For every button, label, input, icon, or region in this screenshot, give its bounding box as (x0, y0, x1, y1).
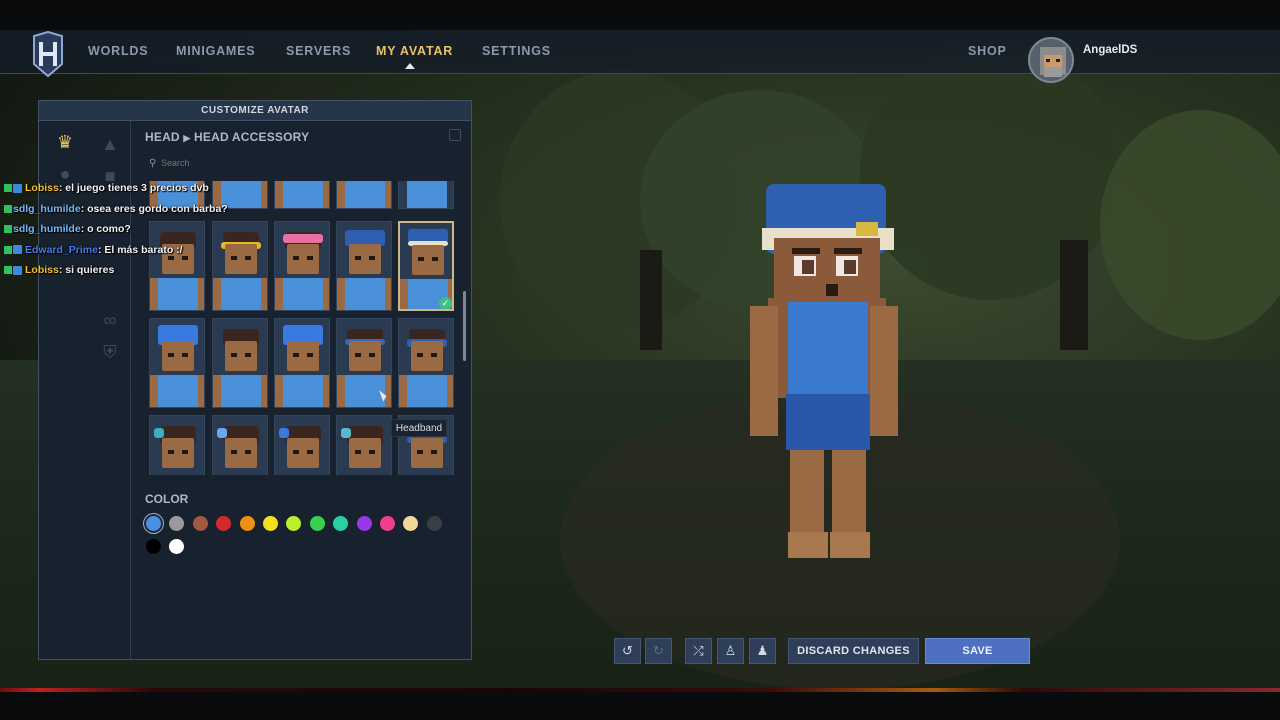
accessory-tile[interactable] (274, 318, 330, 408)
accessory-tile-selected[interactable]: ✓ (398, 221, 454, 311)
glasses-category-icon[interactable]: ∞ (97, 309, 123, 331)
chat-badge-icon (4, 266, 12, 275)
letterbox-bottom (0, 690, 1280, 720)
nav-my-avatar[interactable]: MY AVATAR (376, 44, 453, 58)
accessory-tile[interactable] (398, 318, 454, 408)
chat-user: sdlg_humilde (13, 202, 81, 215)
character-reset-icon: ♟ (756, 643, 769, 658)
color-swatch[interactable] (380, 516, 395, 531)
accessory-tile[interactable] (149, 318, 205, 408)
search-input[interactable] (161, 155, 451, 171)
breadcrumb-head-accessory: HEAD ACCESSORY (194, 130, 310, 144)
tree-trunk (1060, 240, 1088, 350)
panel-title: CUSTOMIZE AVATAR (39, 101, 471, 121)
save-button[interactable]: SAVE (925, 638, 1030, 664)
breadcrumb-separator-icon: ▶ (183, 133, 191, 143)
avatar[interactable] (1028, 37, 1074, 83)
chat-user: Lobiss (25, 264, 59, 276)
chat-platform-icon (13, 265, 22, 275)
nav-minigames[interactable]: MINIGAMES (176, 44, 255, 58)
color-swatch[interactable] (309, 516, 325, 531)
bottom-strip (0, 688, 1280, 692)
accessory-tile[interactable] (336, 181, 392, 209)
color-swatch[interactable] (263, 516, 278, 531)
breadcrumb: HEAD ▶ HEAD ACCESSORY (145, 130, 309, 144)
nav-worlds[interactable]: WORLDS (88, 44, 148, 58)
avatar-preview[interactable] (748, 180, 898, 570)
accessory-tile[interactable] (274, 181, 330, 209)
chat-overlay: Lobiss: el juego tienes 3 precios dvb sd… (4, 182, 264, 285)
accessory-tile[interactable] (149, 415, 205, 475)
chat-badge-icon (4, 204, 12, 213)
chat-badge-icon (4, 184, 12, 193)
tooltip: Headband (391, 419, 447, 437)
undo-icon: ↺ (622, 643, 633, 658)
color-swatch[interactable] (356, 516, 372, 531)
color-swatch[interactable] (146, 539, 161, 554)
undo-button[interactable]: ↺ (614, 638, 641, 664)
accessory-tile[interactable] (274, 221, 330, 311)
chat-line: Lobiss: el juego tienes 3 precios dvb (4, 182, 264, 203)
chat-message: : osea eres gordo con barba? (80, 202, 228, 215)
discard-changes-button[interactable]: DISCARD CHANGES (788, 638, 919, 664)
color-swatch[interactable] (169, 539, 185, 554)
active-tab-indicator (405, 63, 415, 69)
chat-badge-icon (4, 245, 12, 254)
color-swatch[interactable] (146, 516, 161, 531)
chat-user: Edward_Prime (25, 243, 98, 256)
color-swatch[interactable] (169, 516, 185, 531)
color-swatch[interactable] (216, 516, 232, 531)
accessory-tile[interactable] (212, 415, 268, 475)
accessory-tile[interactable] (336, 221, 392, 311)
tree-trunk (640, 250, 662, 350)
chat-message: : El más barato :/ (97, 243, 183, 256)
hytale-logo-icon[interactable] (28, 30, 68, 80)
chat-user: Lobiss (25, 182, 59, 194)
chat-platform-icon (13, 183, 22, 193)
randomize-button[interactable]: ⤮ (685, 638, 712, 664)
color-label: COLOR (145, 492, 189, 506)
selected-check-icon: ✓ (439, 297, 452, 309)
chat-line: sdlg_humilde: o como? (4, 223, 264, 244)
accessory-tile[interactable] (212, 318, 268, 408)
nav-servers[interactable]: SERVERS (286, 44, 351, 58)
character-reset-button[interactable]: ♟ (749, 638, 776, 664)
color-swatch[interactable] (239, 516, 255, 531)
chat-line: Edward_Prime: El más barato :/ (4, 244, 264, 265)
chat-line: Lobiss: si quieres (4, 264, 264, 285)
chat-user: sdlg_humilde (13, 223, 81, 235)
lock-icon[interactable] (449, 129, 461, 141)
character-button[interactable]: ♙ (717, 638, 744, 664)
shield-category-icon[interactable]: ⛨ (97, 341, 123, 363)
color-swatch[interactable] (286, 516, 302, 531)
character-icon: ♙ (724, 643, 737, 658)
accessory-tile[interactable] (336, 415, 392, 475)
chat-message: : el juego tienes 3 precios dvb (58, 182, 209, 194)
letterbox-top (0, 0, 1280, 30)
chat-line: sdlg_humilde: osea eres gordo con barba? (4, 203, 264, 224)
color-swatch[interactable] (333, 516, 349, 531)
chat-badge-icon (4, 225, 12, 234)
redo-icon: ↻ (653, 643, 664, 658)
chat-message: : si quieres (58, 264, 115, 276)
hair-category-icon[interactable]: ▲ (97, 133, 123, 155)
accessory-tile[interactable] (274, 415, 330, 475)
color-swatch[interactable] (192, 516, 208, 531)
nav-shop[interactable]: SHOP (968, 44, 1007, 58)
color-swatch[interactable] (426, 516, 442, 531)
chat-message: : o como? (80, 223, 131, 235)
grid-scrollbar[interactable] (463, 291, 466, 361)
head-category-icon[interactable]: ♛ (52, 131, 78, 153)
breadcrumb-head[interactable]: HEAD (145, 130, 180, 144)
color-swatch[interactable] (403, 516, 419, 531)
tree (1100, 110, 1280, 340)
redo-button[interactable]: ↻ (645, 638, 672, 664)
search-icon: ⚲ (149, 158, 157, 169)
nav-settings[interactable]: SETTINGS (482, 44, 551, 58)
shuffle-icon: ⤮ (693, 643, 704, 658)
chat-platform-icon (13, 245, 22, 255)
username: AngaelDS (1083, 44, 1138, 56)
accessory-tile[interactable] (398, 181, 454, 209)
